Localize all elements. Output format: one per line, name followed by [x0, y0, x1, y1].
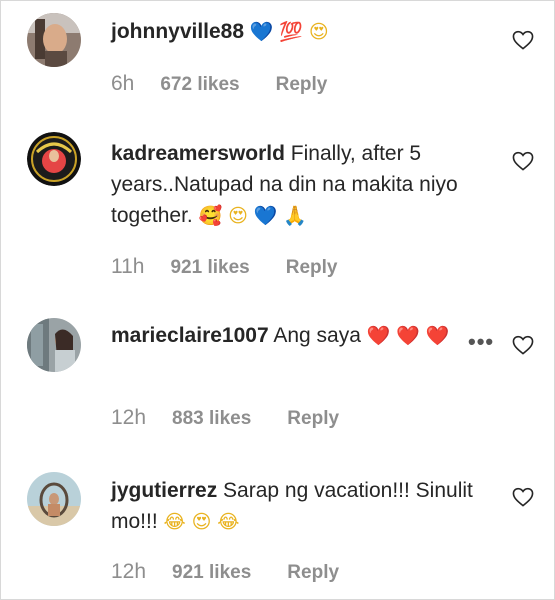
comment-text: jygutierrez Sarap ng vacation!!! Sinulit… [111, 475, 481, 538]
likes-count[interactable]: 921 likes [170, 257, 249, 279]
emoji: 😍 [191, 512, 212, 533]
heart-outline-icon[interactable] [512, 30, 534, 50]
more-options-icon[interactable]: ••• [468, 329, 494, 355]
username[interactable]: marieclaire1007 [111, 324, 269, 347]
comment-text: marieclaire1007 Ang saya ❤️ ❤️ ❤️ [111, 320, 481, 352]
emoji: 😍 [308, 22, 329, 43]
emoji: 💙 [249, 22, 274, 43]
username[interactable]: kadreamersworld [111, 142, 285, 165]
reply-button[interactable]: Reply [287, 408, 339, 430]
comment-text: johnnyville88 💙 💯 😍 [111, 16, 481, 48]
reply-button[interactable]: Reply [286, 257, 338, 279]
comment-meta: 12h 883 likes Reply [111, 406, 339, 430]
avatar[interactable] [27, 318, 81, 372]
comment-meta: 12h 921 likes Reply [111, 560, 339, 584]
emoji: 🙏 [283, 206, 307, 227]
emoji: 💙 [253, 206, 278, 227]
likes-count[interactable]: 672 likes [160, 74, 239, 96]
comment-body: Ang saya [273, 324, 361, 347]
username[interactable]: johnnyville88 [111, 20, 244, 43]
emoji: 😍 [228, 206, 248, 227]
reply-button[interactable]: Reply [287, 562, 339, 584]
comment-text: kadreamersworld Finally, after 5 years..… [111, 138, 481, 232]
heart-outline-icon[interactable] [512, 487, 534, 507]
heart-outline-icon[interactable] [512, 335, 534, 355]
emoji: ❤️ [425, 326, 450, 347]
avatar[interactable] [27, 13, 81, 67]
timestamp: 6h [111, 72, 135, 95]
emoji: 💯 [279, 22, 304, 43]
emoji: ❤️ [396, 326, 420, 347]
emoji: 🥰 [198, 206, 223, 227]
timestamp: 11h [111, 255, 145, 278]
avatar[interactable] [27, 132, 81, 186]
username[interactable]: jygutierrez [111, 479, 217, 502]
emoji: 😂 [217, 512, 240, 533]
comment-meta: 11h 921 likes Reply [111, 255, 337, 279]
reply-button[interactable]: Reply [276, 74, 328, 96]
timestamp: 12h [111, 406, 147, 429]
comment-meta: 6h 672 likes Reply [111, 72, 327, 96]
avatar[interactable] [27, 472, 81, 526]
likes-count[interactable]: 883 likes [172, 408, 251, 430]
timestamp: 12h [111, 560, 147, 583]
emoji: ❤️ [366, 326, 391, 347]
likes-count[interactable]: 921 likes [172, 562, 251, 584]
emoji: 😂 [163, 512, 186, 533]
heart-outline-icon[interactable] [512, 151, 534, 171]
